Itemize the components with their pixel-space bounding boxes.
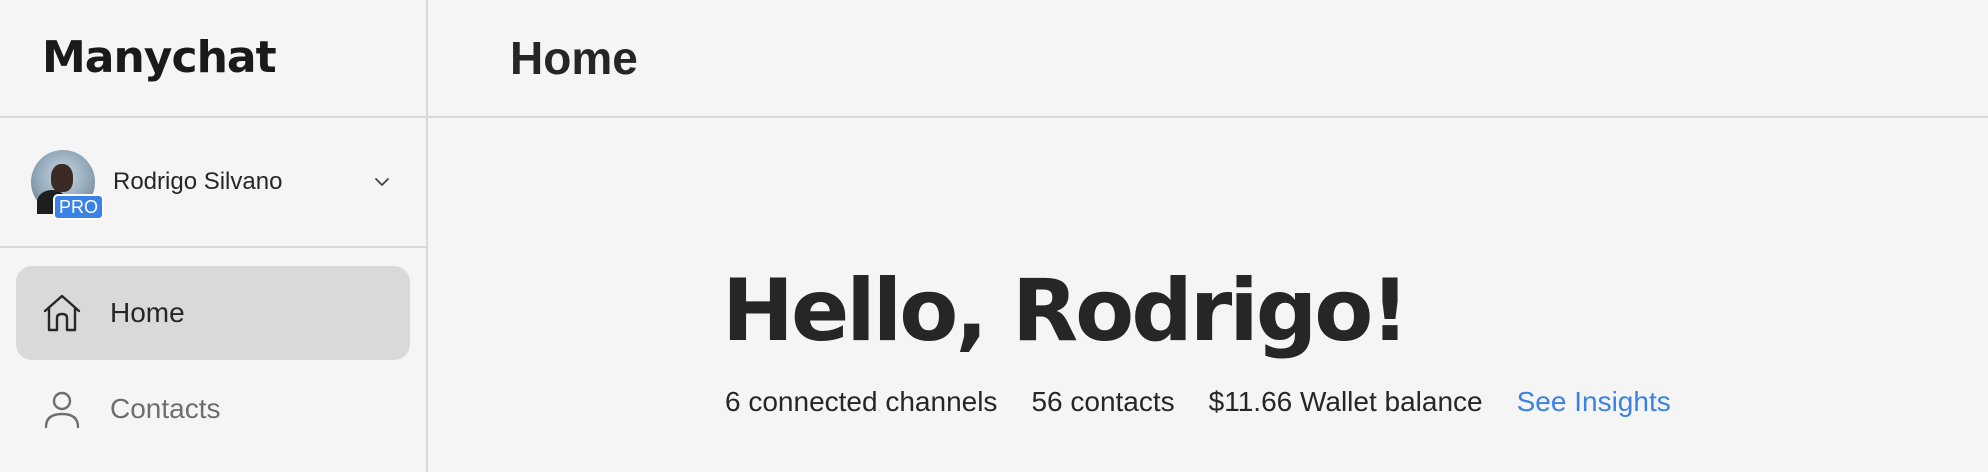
stat-wallet: $11.66 Wallet balance <box>1209 386 1483 418</box>
stat-value: 56 <box>1031 386 1063 417</box>
stat-label: contacts <box>1070 386 1175 417</box>
avatar: PRO <box>31 150 105 220</box>
pro-badge: PRO <box>53 194 105 220</box>
stat-label: Wallet balance <box>1300 386 1483 417</box>
manychat-logo[interactable]: Manychat <box>42 36 277 80</box>
account-switcher[interactable]: PRO Rodrigo Silvano <box>0 118 426 248</box>
stat-contacts: 56 contacts <box>1031 386 1174 418</box>
page-header: Home <box>428 0 1988 118</box>
user-icon <box>44 391 80 429</box>
sidebar-item-home[interactable]: Home <box>16 266 410 360</box>
account-stats: 6 connected channels 56 contacts $11.66 … <box>725 386 1671 418</box>
logo-row: Manychat <box>0 0 426 118</box>
home-icon <box>43 294 81 332</box>
chevron-down-icon[interactable] <box>374 174 390 190</box>
page-title: Home <box>510 32 638 84</box>
stat-value: $11.66 <box>1208 386 1293 417</box>
see-insights-link[interactable]: See Insights <box>1517 386 1671 418</box>
stat-label: connected channels <box>748 386 998 417</box>
sidebar-item-contacts[interactable]: Contacts <box>16 362 410 456</box>
sidebar-item-label: Contacts <box>110 393 221 424</box>
app-root: Manychat PRO Rodrigo Silvano Home Contac… <box>0 0 1988 472</box>
sidebar-nav: Home Contacts <box>0 248 426 456</box>
greeting-heading: Hello, Rodrigo! <box>722 261 1410 361</box>
stat-channels: 6 connected channels <box>725 386 997 418</box>
stat-value: 6 <box>725 386 741 417</box>
sidebar-item-label: Home <box>110 297 185 328</box>
sidebar: Manychat PRO Rodrigo Silvano Home Contac… <box>0 0 428 472</box>
avatar-face <box>51 164 73 192</box>
account-name: Rodrigo Silvano <box>113 168 283 195</box>
